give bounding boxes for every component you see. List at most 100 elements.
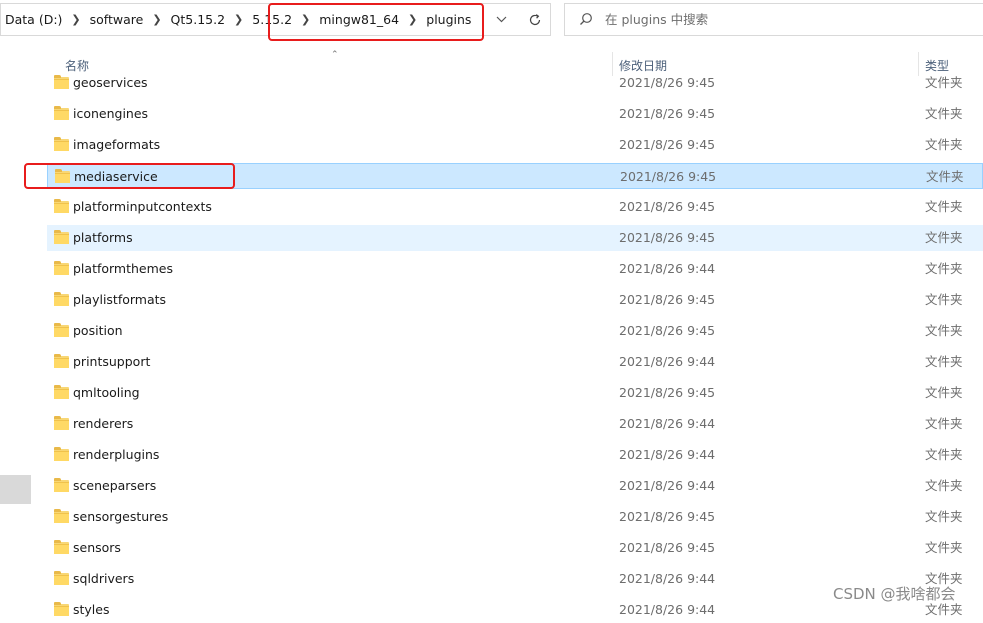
file-name: styles [73,602,110,617]
file-type: 文件夹 [925,230,963,245]
file-type: 文件夹 [925,447,963,462]
folder-icon [54,323,69,337]
breadcrumb-drive[interactable]: Data (D:) [5,12,62,27]
chevron-down-icon [496,16,506,23]
file-row[interactable]: printsupport 2021/8/26 9:44 文件夹 [47,349,983,375]
folder-icon [54,509,69,523]
file-row[interactable]: geoservices 2021/8/26 9:45 文件夹 [47,70,983,96]
watermark: CSDN @我啥都会 [833,585,956,603]
file-name: iconengines [73,106,149,121]
file-date: 2021/8/26 9:45 [619,385,716,400]
file-type: 文件夹 [925,106,963,121]
folder-icon [54,261,69,275]
file-type: 文件夹 [925,137,963,152]
file-name: playlistformats [73,292,167,307]
chevron-right-icon[interactable]: ❯ [71,13,80,26]
folder-icon [54,354,69,368]
highlight-file-box [24,163,235,189]
file-type: 文件夹 [925,261,963,276]
chevron-right-icon[interactable]: ❯ [152,13,161,26]
file-date: 2021/8/26 9:44 [619,354,716,369]
file-type: 文件夹 [926,169,964,184]
file-row[interactable]: renderplugins 2021/8/26 9:44 文件夹 [47,442,983,468]
file-date: 2021/8/26 9:45 [619,106,716,121]
file-name: imageformats [73,137,161,152]
folder-icon [54,137,69,151]
file-row[interactable]: imageformats 2021/8/26 9:45 文件夹 [47,132,983,158]
file-row[interactable]: platformthemes 2021/8/26 9:44 文件夹 [47,256,983,282]
file-date: 2021/8/26 9:44 [619,478,716,493]
folder-icon [54,416,69,430]
file-row[interactable]: sensors 2021/8/26 9:45 文件夹 [47,535,983,561]
file-type: 文件夹 [925,478,963,493]
folder-icon [54,199,69,213]
search-icon [580,13,592,25]
file-row[interactable]: platforms 2021/8/26 9:45 文件夹 [47,225,983,251]
file-row[interactable]: sceneparsers 2021/8/26 9:44 文件夹 [47,473,983,499]
file-date: 2021/8/26 9:44 [619,571,716,586]
file-date: 2021/8/26 9:45 [619,199,716,214]
file-name: platforminputcontexts [73,199,212,214]
file-date: 2021/8/26 9:45 [619,323,716,338]
history-dropdown-button[interactable] [491,4,511,35]
file-date: 2021/8/26 9:45 [619,540,716,555]
chevron-right-icon[interactable]: ❯ [234,13,243,26]
file-type: 文件夹 [925,509,963,524]
file-date: 2021/8/26 9:44 [619,261,716,276]
file-name: renderplugins [73,447,160,462]
folder-icon [54,106,69,120]
file-date: 2021/8/26 9:45 [619,230,716,245]
file-name: position [73,323,123,338]
file-type: 文件夹 [925,385,963,400]
highlight-breadcrumb-box [268,3,484,41]
folder-icon [54,602,69,616]
file-type: 文件夹 [925,323,963,338]
file-name: renderers [73,416,134,431]
file-row[interactable]: renderers 2021/8/26 9:44 文件夹 [47,411,983,437]
folder-icon [54,385,69,399]
file-type: 文件夹 [925,416,963,431]
sort-ascending-icon: ⌃ [331,50,339,60]
file-name: platformthemes [73,261,174,276]
search-input[interactable]: 在 plugins 中搜索 [605,4,708,35]
file-date: 2021/8/26 9:45 [620,169,717,184]
file-row[interactable]: platforminputcontexts 2021/8/26 9:45 文件夹 [47,194,983,220]
search-box[interactable]: 在 plugins 中搜索 [564,3,983,36]
file-row[interactable]: playlistformats 2021/8/26 9:45 文件夹 [47,287,983,313]
file-type: 文件夹 [925,199,963,214]
navigation-pane [0,76,33,612]
refresh-icon [529,13,541,25]
file-type: 文件夹 [925,354,963,369]
folder-icon [54,75,69,89]
file-type: 文件夹 [925,540,963,555]
file-date: 2021/8/26 9:44 [619,447,716,462]
folder-icon [54,447,69,461]
folder-icon [54,540,69,554]
breadcrumb-software[interactable]: software [90,12,144,27]
file-date: 2021/8/26 9:44 [619,602,716,617]
breadcrumb-qt[interactable]: Qt5.15.2 [171,12,226,27]
file-date: 2021/8/26 9:44 [619,416,716,431]
file-name: printsupport [73,354,151,369]
file-row[interactable]: sensorgestures 2021/8/26 9:45 文件夹 [47,504,983,530]
file-date: 2021/8/26 9:45 [619,75,716,90]
file-name: qmltooling [73,385,140,400]
file-row[interactable]: qmltooling 2021/8/26 9:45 文件夹 [47,380,983,406]
refresh-button[interactable] [523,4,547,35]
folder-icon [54,292,69,306]
file-name: sensors [73,540,121,555]
file-name: sqldrivers [73,571,135,586]
folder-icon [54,571,69,585]
file-row[interactable]: position 2021/8/26 9:45 文件夹 [47,318,983,344]
file-name: sensorgestures [73,509,169,524]
file-row[interactable]: iconengines 2021/8/26 9:45 文件夹 [47,101,983,127]
folder-icon [54,230,69,244]
file-type: 文件夹 [925,75,963,90]
nav-scrollbar-thumb[interactable] [0,475,31,504]
file-name: platforms [73,230,133,245]
file-name: sceneparsers [73,478,157,493]
file-date: 2021/8/26 9:45 [619,292,716,307]
file-date: 2021/8/26 9:45 [619,509,716,524]
file-name: geoservices [73,75,148,90]
file-type: 文件夹 [925,292,963,307]
